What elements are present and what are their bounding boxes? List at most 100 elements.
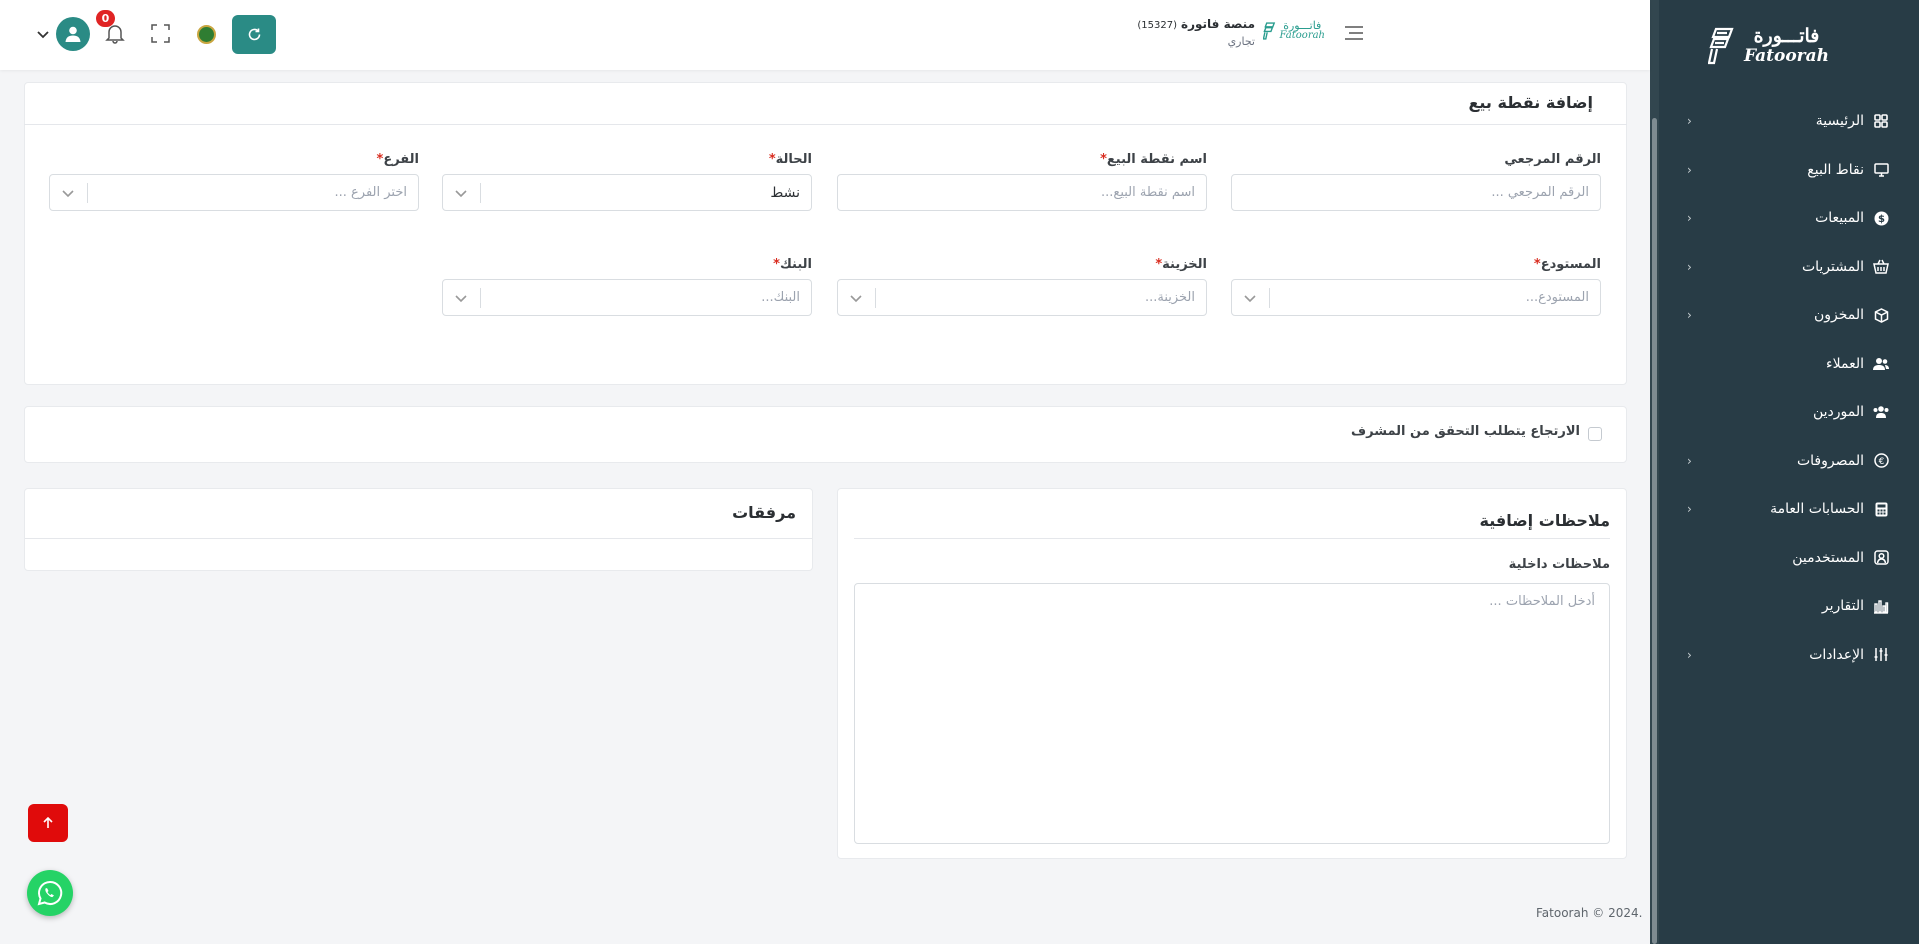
sidebar-item-users[interactable]: المستخدمين	[1659, 534, 1919, 583]
scroll-to-top-button[interactable]	[28, 804, 68, 842]
refresh-icon	[248, 28, 260, 41]
chevron-down-icon	[62, 190, 74, 198]
company-name: منصة فاتورة	[1181, 17, 1255, 31]
sidebar-item-label: نقاط البيع	[1807, 161, 1864, 178]
internal-notes-label: ملاحظات داخلية	[1508, 557, 1610, 572]
box-icon	[1873, 307, 1889, 323]
whatsapp-button[interactable]	[27, 870, 73, 916]
fatoorah-logo-icon	[1262, 21, 1275, 40]
svg-text:$: $	[1878, 214, 1885, 225]
sidebar-item-expenses[interactable]: € المصروفات ‹	[1659, 437, 1919, 486]
bank-label: البنك*	[773, 257, 812, 272]
refresh-button[interactable]	[232, 15, 276, 54]
sidebar: فاتـــورة Fatoorah الرئيسية ‹ نقاط البيع…	[1650, 0, 1919, 944]
page-title: إضافة نقطة بيع	[1468, 93, 1593, 112]
sidebar-logo[interactable]: فاتـــورة Fatoorah	[1707, 25, 1829, 66]
warehouse-field: المستودع* المستودع...	[1231, 257, 1601, 316]
status-select[interactable]: نشط	[442, 174, 812, 211]
treasury-select[interactable]: الخزينة...	[837, 279, 1207, 316]
sidebar-scrollbar-thumb[interactable]	[1652, 118, 1657, 944]
return-verification-label: الارتجاع يتطلب التحقق من المشرف	[1351, 424, 1580, 439]
sidebar-item-label: الحسابات العامة	[1770, 501, 1864, 518]
footer-copyright: Fatoorah © 2024.	[1536, 906, 1643, 920]
sidebar-item-label: المشتريات	[1801, 258, 1864, 275]
branch-field: الفرع* اختر الفرع ...	[49, 152, 419, 211]
chevron-left-icon: ‹	[1687, 211, 1692, 226]
sidebar-item-suppliers[interactable]: الموردين	[1659, 388, 1919, 437]
company-number: (15327)	[1137, 20, 1177, 31]
chevron-left-icon: ‹	[1687, 162, 1692, 177]
pos-name-input[interactable]: اسم نقطة البيع...	[837, 174, 1207, 211]
topbar: 0 منصة فاتورة (15327) تجاري فاتـــورة Fat…	[0, 0, 1650, 70]
monitor-icon	[1873, 162, 1889, 178]
branch-label: الفرع*	[376, 152, 419, 167]
chevron-down-icon	[850, 295, 862, 303]
whatsapp-icon	[37, 880, 63, 906]
arrow-up-icon	[43, 817, 53, 828]
status-label: الحالة*	[768, 152, 812, 167]
chevron-left-icon: ‹	[1687, 647, 1692, 662]
sidebar-item-label: المصروفات	[1796, 452, 1864, 469]
group-icon	[1873, 404, 1889, 420]
sidebar-item-label: المخزون	[1813, 307, 1864, 324]
add-pos-form-card	[24, 82, 1627, 385]
logo-arabic-text: فاتـــورة	[1753, 25, 1820, 47]
sidebar-item-reports[interactable]: التقارير	[1659, 582, 1919, 631]
bank-select[interactable]: البنك...	[442, 279, 812, 316]
sidebar-item-label: المستخدمين	[1792, 549, 1864, 566]
attachments-title: مرفقات	[732, 503, 796, 522]
language-flag-icon[interactable]	[197, 25, 216, 44]
sidebar-item-home[interactable]: الرئيسية ‹	[1659, 97, 1919, 146]
sidebar-item-pos[interactable]: نقاط البيع ‹	[1659, 146, 1919, 195]
sidebar-item-purchases[interactable]: المشتريات ‹	[1659, 243, 1919, 292]
chevron-down-icon	[1244, 295, 1256, 303]
brand-english-text: Fatoorah	[1279, 30, 1325, 41]
expense-icon: €	[1873, 453, 1889, 469]
sidebar-item-customers[interactable]: العملاء	[1659, 340, 1919, 389]
sidebar-item-label: المبيعات	[1815, 210, 1864, 227]
sidebar-item-sales[interactable]: $ المبيعات ‹	[1659, 194, 1919, 243]
sidebar-item-settings[interactable]: الإعدادات ‹	[1659, 631, 1919, 680]
user-icon	[65, 26, 81, 42]
bar-chart-icon	[1873, 598, 1889, 614]
topbar-brand: فاتـــورة Fatoorah	[1262, 20, 1325, 41]
sliders-icon	[1873, 647, 1889, 663]
user-square-icon	[1873, 550, 1889, 566]
sidebar-nav: الرئيسية ‹ نقاط البيع ‹ $ المبيعات ‹ الم…	[1659, 97, 1919, 679]
chevron-left-icon: ‹	[1687, 453, 1692, 468]
warehouse-select[interactable]: المستودع...	[1231, 279, 1601, 316]
sidebar-scrollbar[interactable]	[1650, 0, 1659, 944]
status-value: نشط	[770, 184, 800, 201]
chevron-down-icon[interactable]	[36, 27, 50, 41]
calculator-icon	[1873, 501, 1889, 517]
attachments-card: مرفقات	[24, 488, 813, 571]
sidebar-item-label: الموردين	[1812, 404, 1864, 421]
branch-select[interactable]: اختر الفرع ...	[49, 174, 419, 211]
chevron-left-icon: ‹	[1687, 502, 1692, 517]
users-icon	[1873, 356, 1889, 372]
sidebar-item-label: الرئيسية	[1815, 113, 1864, 130]
sidebar-item-inventory[interactable]: المخزون ‹	[1659, 291, 1919, 340]
reference-field: الرقم المرجعي الرقم المرجعي ...	[1231, 152, 1601, 211]
chevron-down-icon	[455, 190, 467, 198]
sidebar-item-label: العملاء	[1826, 355, 1864, 372]
treasury-label: الخزينة*	[1155, 257, 1207, 272]
svg-text:€: €	[1878, 457, 1884, 467]
menu-toggle-icon[interactable]	[1344, 25, 1364, 41]
fullscreen-icon[interactable]	[151, 24, 170, 43]
sidebar-item-general-accounts[interactable]: الحسابات العامة ‹	[1659, 485, 1919, 534]
logo-english-text: Fatoorah	[1743, 46, 1829, 66]
pos-name-label: اسم نقطة البيع*	[1100, 152, 1207, 167]
chevron-left-icon: ‹	[1687, 308, 1692, 323]
reference-input[interactable]: الرقم المرجعي ...	[1231, 174, 1601, 211]
dollar-icon: $	[1873, 210, 1889, 226]
chevron-left-icon: ‹	[1687, 259, 1692, 274]
internal-notes-textarea[interactable]: أدخل الملاحظات ...	[854, 583, 1610, 844]
treasury-field: الخزينة* الخزينة...	[837, 257, 1207, 316]
return-verification-card: الارتجاع يتطلب التحقق من المشرف	[24, 406, 1627, 463]
return-verification-checkbox[interactable]	[1588, 427, 1602, 441]
reference-label: الرقم المرجعي	[1504, 152, 1601, 167]
dashboard-icon	[1873, 113, 1889, 129]
avatar[interactable]	[56, 17, 90, 51]
chevron-left-icon: ‹	[1687, 114, 1692, 129]
